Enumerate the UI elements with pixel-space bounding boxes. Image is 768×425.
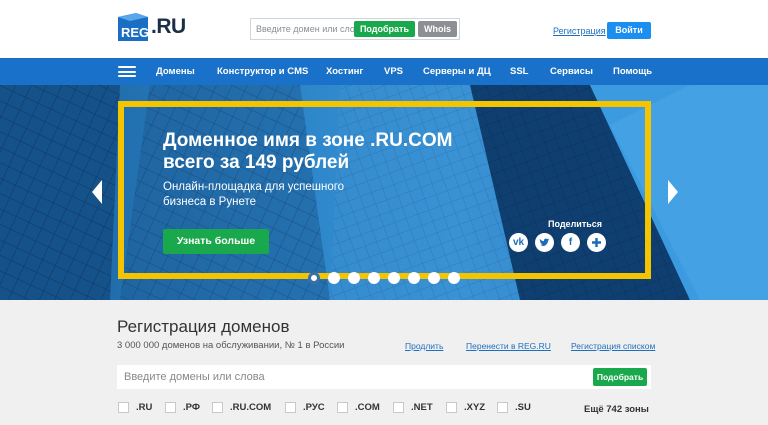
zone-rus[interactable]: .РУС xyxy=(285,402,325,413)
top-header: REG .RU Введите домен или слово Подобрат… xyxy=(0,0,768,58)
nav-item-domains[interactable]: Домены xyxy=(156,66,195,77)
zone-checkbox[interactable] xyxy=(446,402,457,413)
prev-slide-icon[interactable] xyxy=(92,180,102,204)
facebook-icon[interactable]: f xyxy=(561,233,580,252)
zone-ru[interactable]: .RU xyxy=(118,402,152,413)
zone-rf[interactable]: .РФ xyxy=(165,402,200,413)
zone-checkbox[interactable] xyxy=(212,402,223,413)
zone-rucom[interactable]: .RU.COM xyxy=(212,402,271,413)
zone-su[interactable]: .SU xyxy=(497,402,531,413)
transfer-link[interactable]: Перенести в REG.RU xyxy=(466,341,551,351)
plus-icon[interactable] xyxy=(587,233,606,252)
zone-checkbox[interactable] xyxy=(118,402,129,413)
main-nav: Домены Конструктор и CMS Хостинг VPS Сер… xyxy=(0,58,768,85)
hero-subtitle: Онлайн-площадка для успешного бизнеса в … xyxy=(163,181,345,208)
logo[interactable]: REG .RU xyxy=(116,10,186,44)
logo-text: .RU xyxy=(151,15,186,38)
more-zones-link[interactable]: Ещё 742 зоны xyxy=(584,404,649,415)
header-search-input[interactable]: Введите домен или слово xyxy=(251,24,354,34)
domains-title: Регистрация доменов xyxy=(117,317,290,336)
hero-banner: Доменное имя в зоне .RU.COM всего за 149… xyxy=(0,85,768,300)
nav-item-vps[interactable]: VPS xyxy=(384,66,403,77)
header-find-button[interactable]: Подобрать xyxy=(353,21,415,37)
twitter-icon[interactable] xyxy=(535,233,554,252)
zone-com[interactable]: .COM xyxy=(337,402,380,413)
zone-checkbox[interactable] xyxy=(165,402,176,413)
header-search: Введите домен или слово Подобрать Whois xyxy=(250,18,460,40)
share-label: Поделиться xyxy=(548,219,603,229)
zone-checkbox[interactable] xyxy=(393,402,404,413)
svg-text:REG: REG xyxy=(121,25,149,40)
domains-subtitle: 3 000 000 доменов на обслуживании, № 1 в… xyxy=(117,340,345,351)
zone-checkbox[interactable] xyxy=(337,402,348,413)
slide-dots xyxy=(308,272,460,284)
renew-link[interactable]: Продлить xyxy=(405,341,443,351)
zone-net[interactable]: .NET xyxy=(393,402,433,413)
zone-xyz[interactable]: .XYZ xyxy=(446,402,485,413)
login-button[interactable]: Войти xyxy=(607,22,651,39)
menu-icon[interactable] xyxy=(118,66,136,77)
zone-checkbox[interactable] xyxy=(497,402,508,413)
logo-mark-icon: REG xyxy=(116,11,150,43)
domain-search-field[interactable]: Введите домены или слова xyxy=(117,365,651,389)
slide-dot-7[interactable] xyxy=(428,272,440,284)
next-slide-icon[interactable] xyxy=(668,180,678,204)
nav-item-servers[interactable]: Серверы и ДЦ xyxy=(423,66,491,77)
share-icons: vk f xyxy=(509,233,606,252)
slide-dot-6[interactable] xyxy=(408,272,420,284)
slide-dot-1[interactable] xyxy=(308,272,320,284)
learn-more-button[interactable]: Узнать больше xyxy=(163,229,269,254)
hero-title: Доменное имя в зоне .RU.COM всего за 149… xyxy=(163,130,453,173)
slide-dot-3[interactable] xyxy=(348,272,360,284)
nav-item-ssl[interactable]: SSL xyxy=(510,66,528,77)
register-link[interactable]: Регистрация xyxy=(553,26,606,36)
slide-dot-5[interactable] xyxy=(388,272,400,284)
nav-item-help[interactable]: Помощь xyxy=(613,66,652,77)
whois-button[interactable]: Whois xyxy=(418,21,457,37)
domain-registration-section xyxy=(0,300,768,425)
zone-checkbox[interactable] xyxy=(285,402,296,413)
nav-item-services[interactable]: Сервисы xyxy=(550,66,593,77)
slide-dot-4[interactable] xyxy=(368,272,380,284)
slide-dot-8[interactable] xyxy=(448,272,460,284)
domain-find-button[interactable]: Подобрать xyxy=(593,368,647,386)
vk-icon[interactable]: vk xyxy=(509,233,528,252)
domain-search-input[interactable]: Введите домены или слова xyxy=(124,371,265,383)
slide-dot-2[interactable] xyxy=(328,272,340,284)
nav-item-hosting[interactable]: Хостинг xyxy=(326,66,363,77)
bulk-register-link[interactable]: Регистрация списком xyxy=(571,341,655,351)
nav-item-constructor[interactable]: Конструктор и CMS xyxy=(217,66,308,77)
